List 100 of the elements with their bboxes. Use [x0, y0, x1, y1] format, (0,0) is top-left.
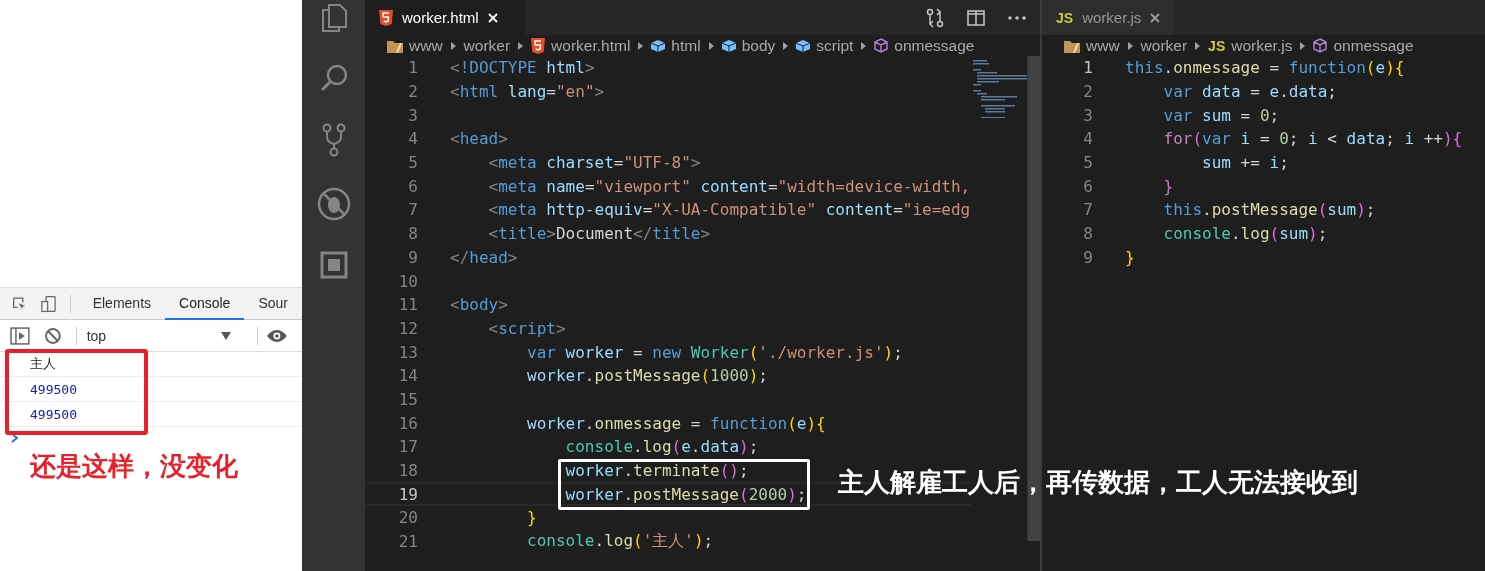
split-editor-icon[interactable] — [967, 9, 985, 26]
line-number: 7 — [1082, 200, 1093, 220]
annotation-text: 还是这样，没变化 — [30, 450, 238, 483]
code-line: <html lang="en"> — [450, 82, 605, 102]
js-file-icon: JS — [1208, 37, 1226, 54]
line-number: 13 — [397, 342, 418, 362]
line-number: 8 — [407, 224, 418, 244]
chevron-icon — [638, 41, 644, 50]
breadcrumb-item[interactable]: www — [1086, 36, 1120, 55]
breadcrumb-item[interactable]: body — [741, 36, 776, 55]
chevron-icon — [450, 41, 456, 50]
line-number: 4 — [1082, 129, 1093, 149]
console-message: 主人 — [30, 355, 56, 373]
files-icon[interactable] — [319, 3, 348, 33]
minimap-drawing — [971, 58, 1027, 118]
line-number: 17 — [397, 437, 418, 457]
device-icon[interactable] — [40, 293, 56, 314]
code-line: this.postMessage(sum); — [1162, 200, 1376, 220]
breadcrumb-item[interactable]: worker — [463, 36, 511, 55]
line-number: 6 — [407, 176, 418, 196]
code-line: worker.onmessage = function(e){ — [526, 413, 826, 433]
cube-icon — [1313, 38, 1328, 53]
line-number: 9 — [407, 247, 418, 267]
code-line: var worker = new Worker('./worker.js'); — [526, 342, 903, 362]
breadcrumb-item[interactable]: onmessage — [894, 36, 975, 55]
js-file-icon: JS — [1056, 9, 1074, 26]
code-line: worker.postMessage(1000); — [526, 366, 768, 386]
breadcrumb-item[interactable]: worker.js — [1231, 36, 1293, 55]
code-line: this.onmessage = function(e){ — [1125, 58, 1405, 78]
line-number: 9 — [1082, 247, 1093, 267]
editor-tab[interactable]: worker.html — [365, 0, 525, 35]
chevron-icon — [1195, 41, 1201, 50]
line-number: 14 — [397, 366, 418, 386]
line-number: 8 — [1082, 224, 1093, 244]
breadcrumb-item[interactable]: worker.html — [551, 36, 631, 55]
code-line: for(var i = 0; i < data; i ++){ — [1162, 129, 1463, 149]
line-number: 19 — [397, 484, 418, 504]
scrollbar[interactable] — [1027, 56, 1040, 541]
code-line: <script> — [487, 318, 566, 338]
folder-icon — [1064, 38, 1080, 53]
search-icon[interactable] — [318, 63, 349, 93]
line-number: 12 — [397, 318, 418, 338]
source-control-icon[interactable] — [320, 123, 347, 157]
prompt-icon — [11, 433, 19, 443]
line-number: 10 — [397, 271, 418, 291]
context-selector[interactable]: top — [84, 327, 244, 344]
code-line: console.log(e.data); — [564, 437, 759, 457]
devtools-tab[interactable]: Sour — [244, 287, 302, 320]
line-number: 3 — [1082, 105, 1093, 125]
code-line: <meta http-equiv="X-UA-Compatible" content="ie=edg — [487, 200, 971, 220]
line-number: 1 — [407, 58, 418, 78]
breadcrumb-item[interactable]: worker — [1140, 36, 1188, 55]
line-number: 15 — [397, 389, 418, 409]
line-number: 21 — [397, 532, 418, 552]
line-number: 5 — [407, 153, 418, 173]
eye-icon[interactable] — [266, 328, 288, 343]
folder-icon — [387, 38, 403, 53]
code-line: <head> — [450, 129, 508, 149]
caret-icon — [221, 331, 232, 340]
breadcrumb-item[interactable]: html — [671, 36, 701, 55]
compare-icon[interactable] — [926, 7, 944, 28]
html-file-icon — [379, 9, 393, 26]
clear-icon[interactable] — [43, 326, 62, 345]
code-line: sum += i; — [1201, 153, 1289, 173]
breadcrumb-item[interactable]: www — [409, 36, 443, 55]
code-line: } — [526, 508, 537, 528]
line-number: 20 — [397, 508, 418, 528]
cube-icon — [721, 39, 736, 52]
devtools-tab[interactable]: Elements — [78, 287, 166, 320]
chevron-icon — [1300, 41, 1306, 50]
code-line: var sum = 0; — [1162, 105, 1280, 125]
breadcrumb-item[interactable]: onmessage — [1333, 36, 1414, 55]
cube-icon — [796, 39, 811, 52]
extensions-icon[interactable] — [319, 251, 348, 279]
code-line: worker.terminate(); — [564, 461, 749, 481]
line-number: 4 — [407, 129, 418, 149]
code-line: <meta name="viewport" content="width=device-width, — [487, 176, 971, 196]
line-number: 5 — [1082, 153, 1093, 173]
line-number: 6 — [1082, 176, 1093, 196]
sidebar-icon[interactable] — [10, 326, 30, 345]
code-line: console.log('主人'); — [526, 531, 714, 553]
debug-icon[interactable] — [316, 187, 351, 221]
code-line: <title>Document</title> — [487, 224, 711, 244]
line-number: 11 — [397, 295, 418, 315]
annotation-text: 主人解雇工人后，再传数据，工人无法接收到 — [838, 466, 1358, 499]
chevron-icon — [708, 41, 714, 50]
html-file-icon — [531, 37, 546, 54]
code-line: } — [1162, 176, 1174, 196]
code-line: console.log(sum); — [1162, 224, 1328, 244]
more-icon[interactable] — [1008, 15, 1026, 20]
code-line: worker.postMessage(2000); — [564, 484, 807, 504]
code-line: <meta charset="UTF-8"> — [487, 153, 701, 173]
editor-tab[interactable]: JS worker.js — [1042, 0, 1175, 35]
console-message: 499500 — [30, 406, 77, 422]
code-line: } — [1125, 247, 1135, 267]
breadcrumb-item[interactable]: script — [816, 36, 854, 55]
line-number: 7 — [407, 200, 418, 220]
chevron-icon — [518, 41, 524, 50]
line-number: 16 — [397, 413, 418, 433]
chevron-icon — [783, 41, 789, 50]
